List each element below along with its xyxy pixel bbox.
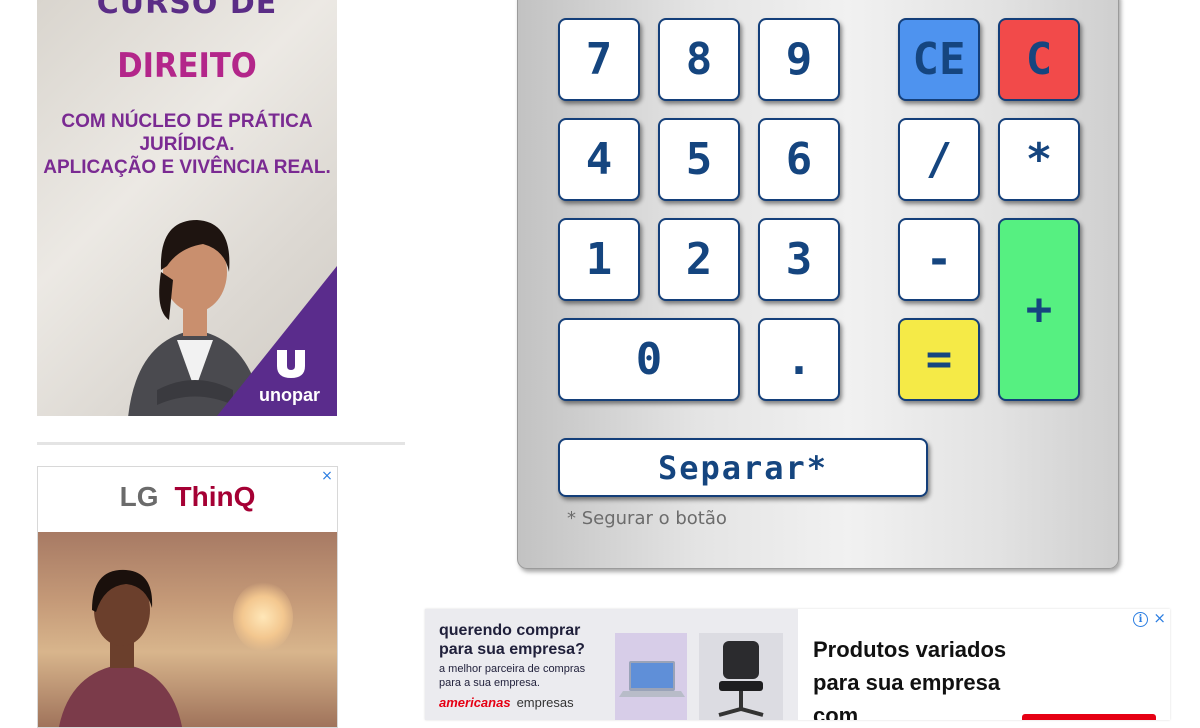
key-7[interactable]: 7	[558, 18, 640, 101]
hold-button-hint: * Segurar o botão	[567, 508, 727, 529]
key-3[interactable]: 3	[758, 218, 840, 301]
key-8[interactable]: 8	[658, 18, 740, 101]
key-2[interactable]: 2	[658, 218, 740, 301]
plus-button[interactable]: +	[998, 218, 1080, 401]
laptop-product-image	[615, 633, 687, 720]
sidebar-divider	[37, 442, 405, 445]
ad-brand-lg: LG	[119, 481, 159, 512]
ad-logo-text: unopar	[259, 385, 320, 405]
ad-subline: COM NÚCLEO DE PRÁTICA JURÍDICA. APLICAÇÃ…	[37, 110, 337, 179]
clear-button[interactable]: C	[998, 18, 1080, 101]
key-4[interactable]: 4	[558, 118, 640, 201]
ad-lifestyle-photo	[38, 532, 337, 727]
separate-button[interactable]: Separar*	[558, 438, 928, 497]
ad-subline-2: APLICAÇÃO E VIVÊNCIA REAL.	[43, 157, 331, 178]
key-5[interactable]: 5	[658, 118, 740, 201]
unopar-logo-icon	[277, 350, 305, 378]
ad-subline-1: COM NÚCLEO DE PRÁTICA JURÍDICA.	[61, 111, 313, 155]
decimal-point-button[interactable]: .	[758, 318, 840, 401]
ad-cta-button[interactable]	[1022, 714, 1156, 720]
ad-info-icon[interactable]: i	[1133, 612, 1148, 627]
minus-button[interactable]: -	[898, 218, 980, 301]
key-9[interactable]: 9	[758, 18, 840, 101]
key-0[interactable]: 0	[558, 318, 740, 401]
ad-tagline-main: querendo comprar para sua empresa?	[439, 622, 585, 658]
ad-headline: Produtos variados para sua empresa com	[813, 637, 1007, 720]
ad-banner-law-course[interactable]: CURSO DE DIREITO COM NÚCLEO DE PRÁTICA J…	[37, 0, 337, 416]
ad-lamp-glow	[233, 582, 293, 652]
equals-button[interactable]: =	[898, 318, 980, 401]
ad-close-icon[interactable]: ×	[1153, 611, 1166, 626]
key-1[interactable]: 1	[558, 218, 640, 301]
clear-entry-button[interactable]: CE	[898, 18, 980, 101]
multiply-button[interactable]: *	[998, 118, 1080, 201]
ad-store-suffix: empresas	[516, 695, 574, 710]
ad-brand: LG ThinQ	[38, 481, 337, 513]
ad-store-logo: americanas empresas	[439, 695, 574, 710]
ad-person-photo	[59, 569, 182, 727]
ad-banner-lg[interactable]: × LG ThinQ	[37, 466, 338, 728]
office-chair-product-image	[699, 633, 783, 720]
ad-banner-americanas[interactable]: querendo comprar para sua empresa? a mel…	[425, 609, 1170, 720]
ad-headline-top: CURSO DE	[96, 0, 278, 21]
ad-headline-main: DIREITO	[117, 46, 257, 86]
ad-brand-thinq: ThinQ	[174, 481, 256, 512]
ad-store-name: americanas	[439, 695, 511, 710]
key-6[interactable]: 6	[758, 118, 840, 201]
divide-button[interactable]: /	[898, 118, 980, 201]
ad-tagline-sub: a melhor parceira de compras para a sua …	[439, 663, 586, 689]
ad-left-panel: querendo comprar para sua empresa? a mel…	[425, 609, 798, 720]
